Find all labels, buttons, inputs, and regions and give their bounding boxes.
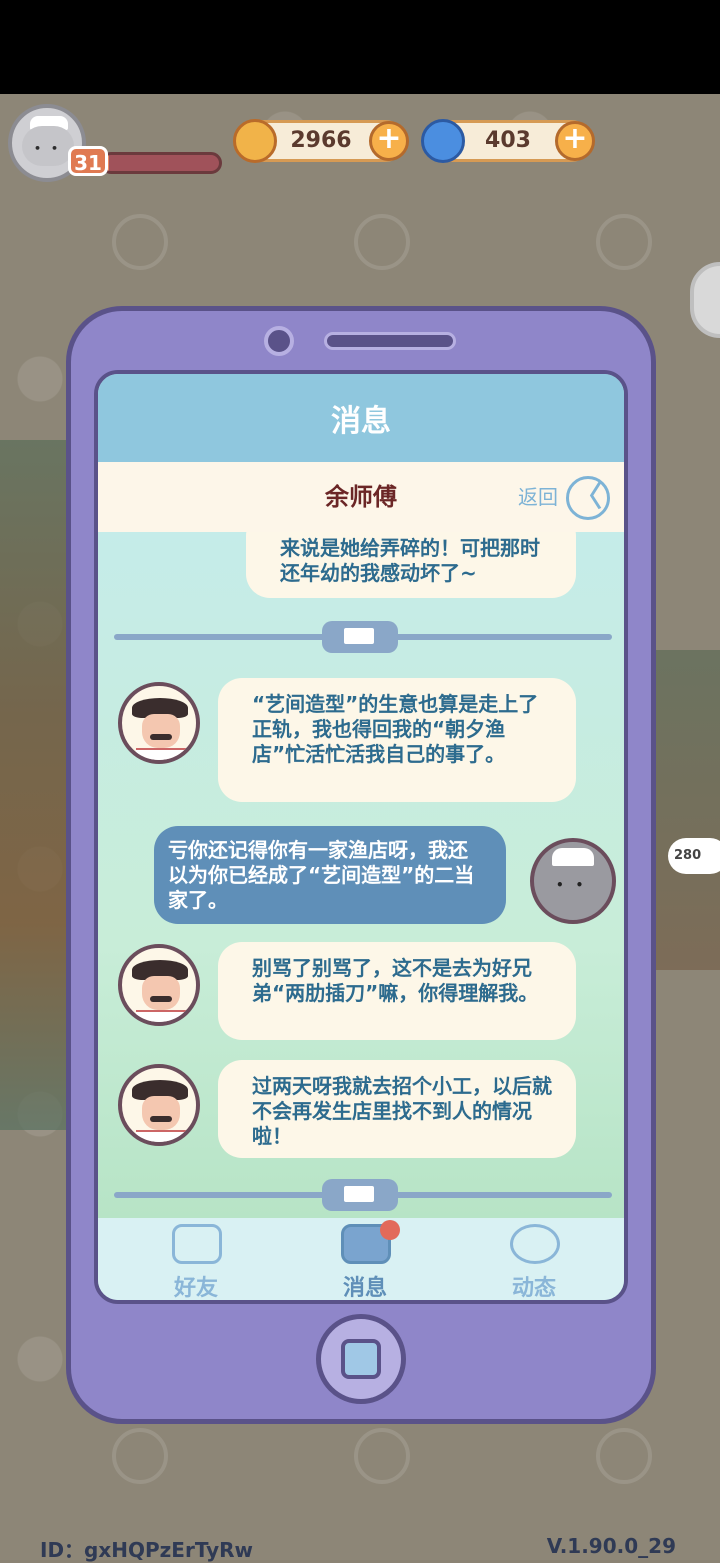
npc-avatar[interactable] [118,944,200,1026]
chef-hat-icon [552,848,594,866]
friends-icon [172,1224,222,1264]
sun-tile-icon [112,214,168,270]
contact-bar: 余师傅 返回 〈 [98,462,624,532]
cat-eyes: •• [34,142,69,155]
npc-mustache-icon [150,996,172,1002]
camera-icon [264,326,294,356]
tab-friends[interactable]: 好友 [136,1218,256,1301]
plant-decor [652,650,720,970]
message-bubble: 过两天呀我就去招个小工，以后就不会再发生店里找不到人的情况啦！ [218,1060,576,1158]
npc-shirt-icon [136,1010,186,1022]
coin-counter: 2966 + [233,119,409,163]
coin-value: 2966 [290,128,352,153]
npc-avatar[interactable] [118,1064,200,1146]
npc-face-icon [142,976,180,1010]
message-bubble: “艺间造型”的生意也算是走上了正轨，我也得回我的“朝夕渔店”忙活忙活我自己的事了… [218,678,576,802]
gem-icon [421,119,465,163]
npc-face-icon [142,1096,180,1130]
sun-tile-icon [112,1428,168,1484]
unread-dot [380,1220,400,1240]
xp-progress-bar [100,152,222,174]
envelope-icon [322,1179,398,1211]
add-coins-button[interactable]: + [369,121,409,161]
cat-eyes: •• [556,878,596,892]
coin-icon [233,119,277,163]
phone-home-button[interactable] [316,1314,406,1404]
npc-mustache-icon [150,734,172,740]
npc-shirt-icon [136,1130,186,1142]
chat-log[interactable]: 来说是她给弄碎的！可把那时还年幼的我感动坏了~ “艺间造型”的生意也算是走上了正… [98,532,624,1218]
gem-counter: 403 + [421,119,595,163]
message-bubble: 别骂了别骂了，这不是去为好兄弟“两肋插刀”嘛，你得理解我。 [218,942,576,1040]
back-button[interactable]: 〈 [566,476,610,520]
tab-label: 动态 [511,1276,556,1301]
bottom-tab-bar: 好友 消息 动态 [98,1218,624,1301]
npc-avatar[interactable] [118,682,200,764]
npc-mustache-icon [150,1116,172,1122]
level-badge: 31 [68,146,108,176]
status-bar [0,0,720,94]
envelope-icon [322,621,398,653]
sun-tile-icon [354,214,410,270]
npc-shirt-icon [136,748,186,760]
sun-tile-icon [596,214,652,270]
tab-label: 好友 [173,1276,218,1301]
add-gems-button[interactable]: + [555,121,595,161]
version-label: V.1.90.0_29 [546,1534,676,1558]
player-id: ID：gxHQPzErTyRw [40,1538,254,1562]
message-divider [114,1179,612,1211]
sun-tile-icon [354,1428,410,1484]
side-coin-tag[interactable]: 280 [668,838,720,874]
tab-feed[interactable]: 动态 [474,1218,594,1301]
speaker-icon [324,332,456,350]
message-bubble: 来说是她给弄碎的！可把那时还年幼的我感动坏了~ [246,532,576,598]
phone-screen: 消息 余师傅 返回 〈 来说是她给弄碎的！可把那时还年幼的我感动坏了~ “艺间造… [94,370,628,1304]
tab-label: 消息 [342,1276,387,1301]
message-divider [114,621,612,653]
screen-header: 消息 [98,374,624,462]
npc-face-icon [142,714,180,748]
feed-icon [510,1224,560,1264]
tab-messages[interactable]: 消息 [305,1218,425,1301]
message-bubble-own: 亏你还记得你有一家渔店呀，我还以为你已经成了“艺间造型”的二当家了。 [154,826,506,924]
sun-tile-icon [596,1428,652,1484]
back-label[interactable]: 返回 [518,462,558,532]
player-chat-avatar[interactable]: •• [530,838,616,924]
gem-value: 403 [485,128,531,153]
screen-title: 消息 [331,404,391,439]
